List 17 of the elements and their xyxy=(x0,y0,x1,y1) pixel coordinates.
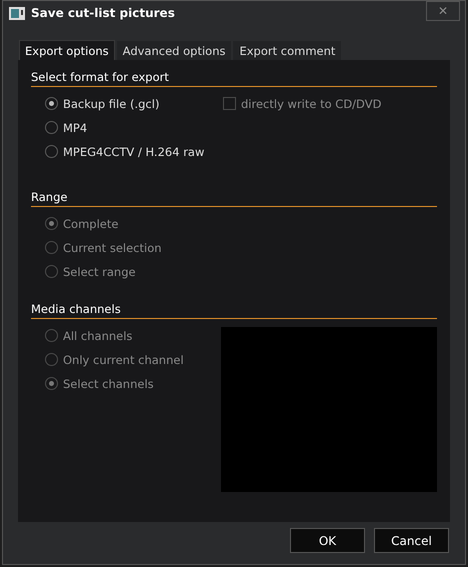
radio-button[interactable] xyxy=(45,121,58,134)
tab[interactable]: Export options xyxy=(19,40,115,60)
radio-label[interactable]: Backup file (.gcl) xyxy=(63,96,160,110)
window-title: Save cut-list pictures xyxy=(31,6,176,20)
section-title: Media channels xyxy=(31,302,437,319)
section-title: Select format for export xyxy=(31,70,437,87)
radio-label[interactable]: MP4 xyxy=(63,120,88,134)
section-title: Range xyxy=(31,190,437,207)
ok-button[interactable]: OK xyxy=(290,528,365,553)
close-button[interactable]: ✕ xyxy=(426,1,460,21)
tab[interactable]: Export comment xyxy=(233,41,342,60)
tab[interactable]: Advanced options xyxy=(116,41,232,60)
radio-button[interactable] xyxy=(45,97,58,110)
radio-label[interactable]: MPEG4CCTV / H.264 raw xyxy=(63,144,204,158)
window-icon xyxy=(9,6,25,20)
cancel-button[interactable]: Cancel xyxy=(374,528,449,553)
radio-button[interactable] xyxy=(45,145,58,158)
